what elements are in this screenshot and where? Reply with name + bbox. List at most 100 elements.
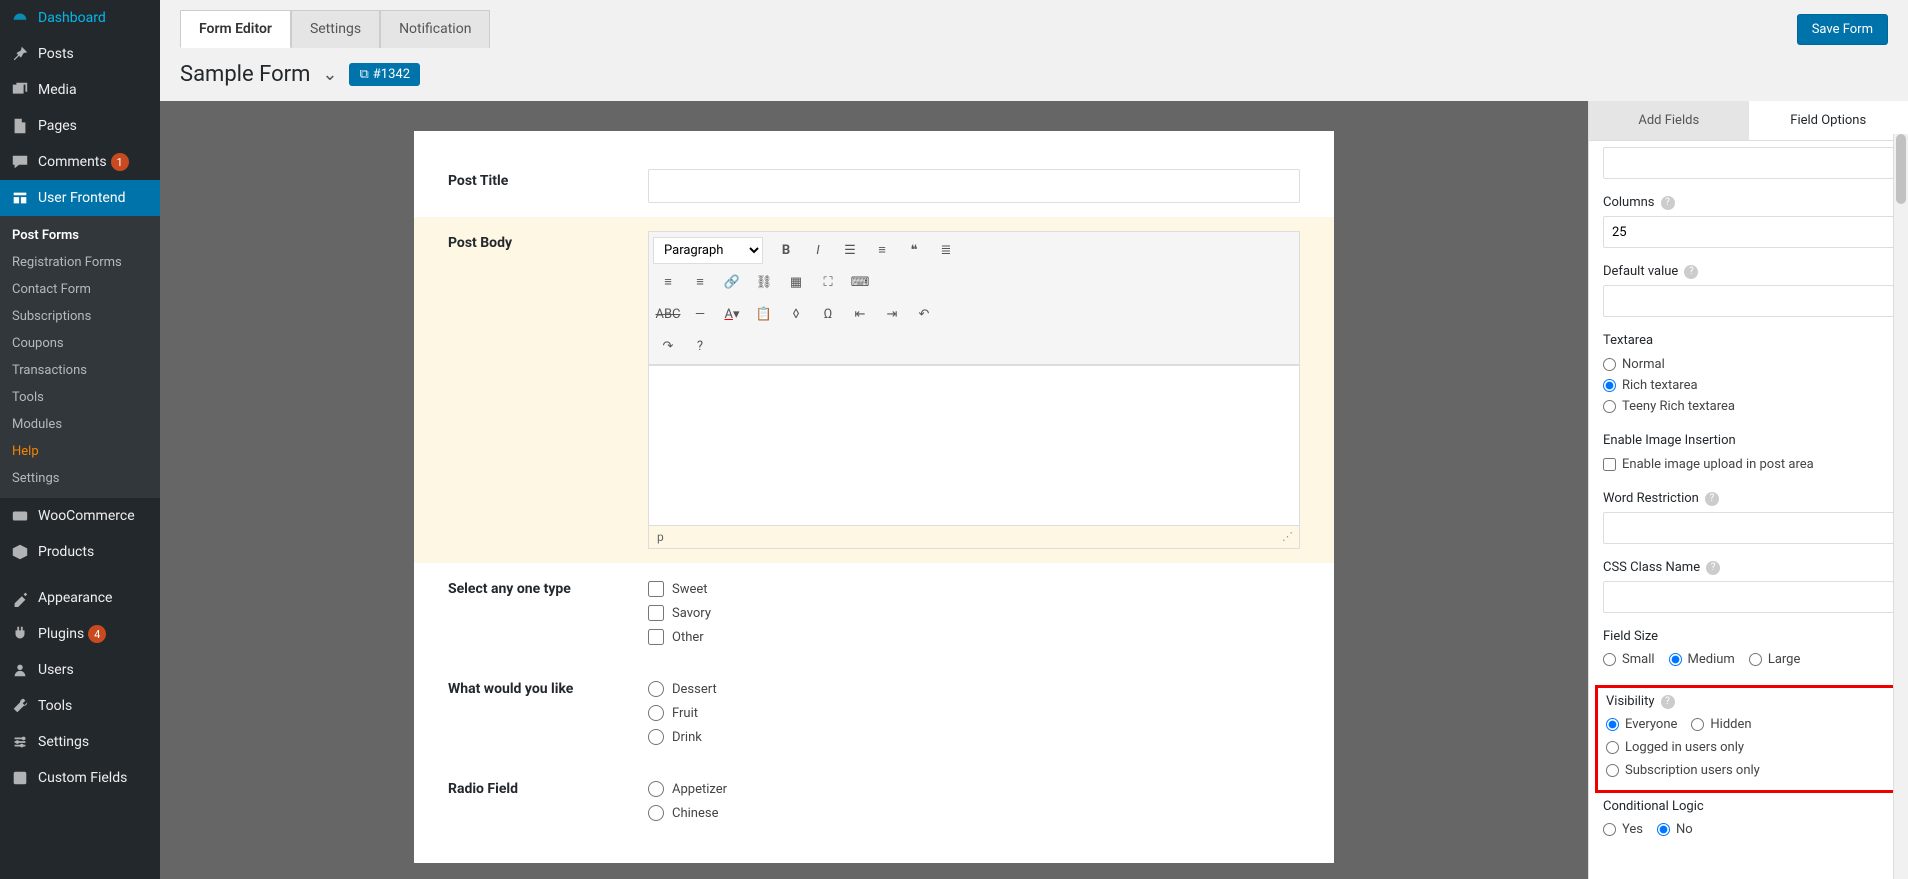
sidebar-item-custom-fields[interactable]: Custom Fields [0,760,160,796]
help-icon[interactable]: ? [1684,265,1698,279]
outdent-icon[interactable]: ⇤ [845,300,875,328]
checkbox-savory[interactable] [648,605,664,621]
unlink-icon[interactable]: ⛓ [749,268,779,296]
radio-visibility-subscription[interactable] [1606,764,1619,777]
paste-icon[interactable]: 📋 [749,300,779,328]
help-icon[interactable]: ? [1661,196,1675,210]
word-restriction-input[interactable] [1603,512,1894,544]
indent-icon[interactable]: ⇥ [877,300,907,328]
special-char-icon[interactable]: Ω [813,300,843,328]
radio-size-medium[interactable] [1669,653,1682,666]
canvas-scroll[interactable]: Post Title Post Body Paragraph B I [160,101,1588,879]
tab-add-fields[interactable]: Add Fields [1589,101,1749,140]
clear-format-icon[interactable]: ◊ [781,300,811,328]
form-id-chip[interactable]: ⧉ #1342 [349,63,420,86]
numbered-list-icon[interactable]: ≡ [867,236,897,264]
sidebar-item-appearance[interactable]: Appearance [0,580,160,616]
sidebar-item-media[interactable]: Media [0,72,160,108]
unnamed-top-input[interactable] [1603,147,1894,179]
sidebar-sub-subscriptions[interactable]: Subscriptions [0,303,160,330]
radio-visibility-logged-in[interactable] [1606,741,1619,754]
sidebar-item-tools[interactable]: Tools [0,688,160,724]
italic-icon[interactable]: I [803,236,833,264]
bold-icon[interactable]: B [771,236,801,264]
sidebar-item-posts[interactable]: Posts [0,36,160,72]
radio-cond-no[interactable] [1657,823,1670,836]
tab-field-options[interactable]: Field Options [1749,101,1908,140]
sidebar-sub-settings[interactable]: Settings [0,465,160,492]
radio-chinese[interactable] [648,805,664,821]
align-right-icon[interactable]: ≡ [685,268,715,296]
sidebar-sub-modules[interactable]: Modules [0,411,160,438]
checkbox-sweet[interactable] [648,581,664,597]
right-panel-scrollbar[interactable] [1893,134,1908,879]
tab-settings[interactable]: Settings [291,10,380,48]
scrollbar-thumb[interactable] [1896,134,1906,204]
sidebar-item-woocommerce[interactable]: WooCommerce [0,498,160,534]
radio-textarea-teeny[interactable] [1603,400,1616,413]
radio-visibility-hidden[interactable] [1691,718,1704,731]
radio-size-small[interactable] [1603,653,1616,666]
right-panel-body[interactable]: Columns? Default value? Textarea Normal … [1589,141,1908,879]
radio-drink[interactable] [648,729,664,745]
sidebar-item-comments[interactable]: Comments 1 [0,144,160,180]
sidebar-item-users[interactable]: Users [0,652,160,688]
sidebar-sub-transactions[interactable]: Transactions [0,357,160,384]
form-title[interactable]: Sample Form [180,62,310,87]
checkbox-other[interactable] [648,629,664,645]
field-select-type[interactable]: Select any one type Sweet Savory Other [414,563,1334,663]
keyboard-icon[interactable]: ⌨ [845,268,875,296]
sidebar-sub-contact-form[interactable]: Contact Form [0,276,160,303]
field-what-like[interactable]: What would you like Dessert Fruit Drink [414,663,1334,763]
sidebar-sub-help[interactable]: Help [0,438,160,465]
sidebar-sub-tools[interactable]: Tools [0,384,160,411]
hr-icon[interactable]: — [685,300,715,328]
sidebar-item-dashboard[interactable]: Dashboard [0,0,160,36]
sidebar-sub-post-forms[interactable]: Post Forms [0,222,160,249]
css-class-input[interactable] [1603,581,1894,613]
radio-visibility-everyone[interactable] [1606,718,1619,731]
tab-notification[interactable]: Notification [380,10,490,48]
align-left-icon[interactable]: ≡ [653,268,683,296]
help-icon[interactable]: ? [1706,561,1720,575]
strike-icon[interactable]: ABC [653,300,683,328]
undo-icon[interactable]: ↶ [909,300,939,328]
radio-textarea-rich[interactable] [1603,379,1616,392]
sidebar-item-products[interactable]: Products [0,534,160,570]
help-icon[interactable]: ? [1661,695,1675,709]
bullet-list-icon[interactable]: ☰ [835,236,865,264]
sidebar-item-user-frontend[interactable]: User Frontend [0,180,160,216]
help-icon[interactable]: ? [685,332,715,360]
fullscreen-icon[interactable]: ⛶ [813,268,843,296]
sidebar-item-pages[interactable]: Pages [0,108,160,144]
quote-icon[interactable]: ❝ [899,236,929,264]
tab-form-editor[interactable]: Form Editor [180,10,291,48]
redo-icon[interactable]: ↷ [653,332,683,360]
resize-grip-icon[interactable]: ⋰ [1282,530,1291,544]
sidebar-sub-registration-forms[interactable]: Registration Forms [0,249,160,276]
sidebar-item-plugins[interactable]: Plugins 4 [0,616,160,652]
editor-content-area[interactable] [649,365,1299,525]
radio-textarea-normal[interactable] [1603,358,1616,371]
post-title-input[interactable] [648,169,1300,203]
radio-cond-yes[interactable] [1603,823,1616,836]
field-post-body[interactable]: Post Body Paragraph B I ☰ ≡ ❝ [414,217,1334,563]
help-icon[interactable]: ? [1705,492,1719,506]
radio-dessert[interactable] [648,681,664,697]
paragraph-select[interactable]: Paragraph [653,237,763,264]
insert-icon[interactable]: ▦ [781,268,811,296]
field-post-title[interactable]: Post Title [414,155,1334,217]
radio-appetizer[interactable] [648,781,664,797]
field-radio[interactable]: Radio Field Appetizer Chinese [414,763,1334,839]
chevron-down-icon[interactable]: ⌄ [322,64,337,85]
save-form-button[interactable]: Save Form [1797,14,1888,45]
columns-input[interactable] [1603,216,1894,248]
sidebar-item-settings[interactable]: Settings [0,724,160,760]
radio-fruit[interactable] [648,705,664,721]
default-value-input[interactable] [1603,285,1894,317]
link-icon[interactable]: 🔗 [717,268,747,296]
radio-size-large[interactable] [1749,653,1762,666]
checkbox-enable-image-upload[interactable] [1603,458,1616,471]
align-icon[interactable]: ≣ [931,236,961,264]
text-color-icon[interactable]: A▾ [717,300,747,328]
